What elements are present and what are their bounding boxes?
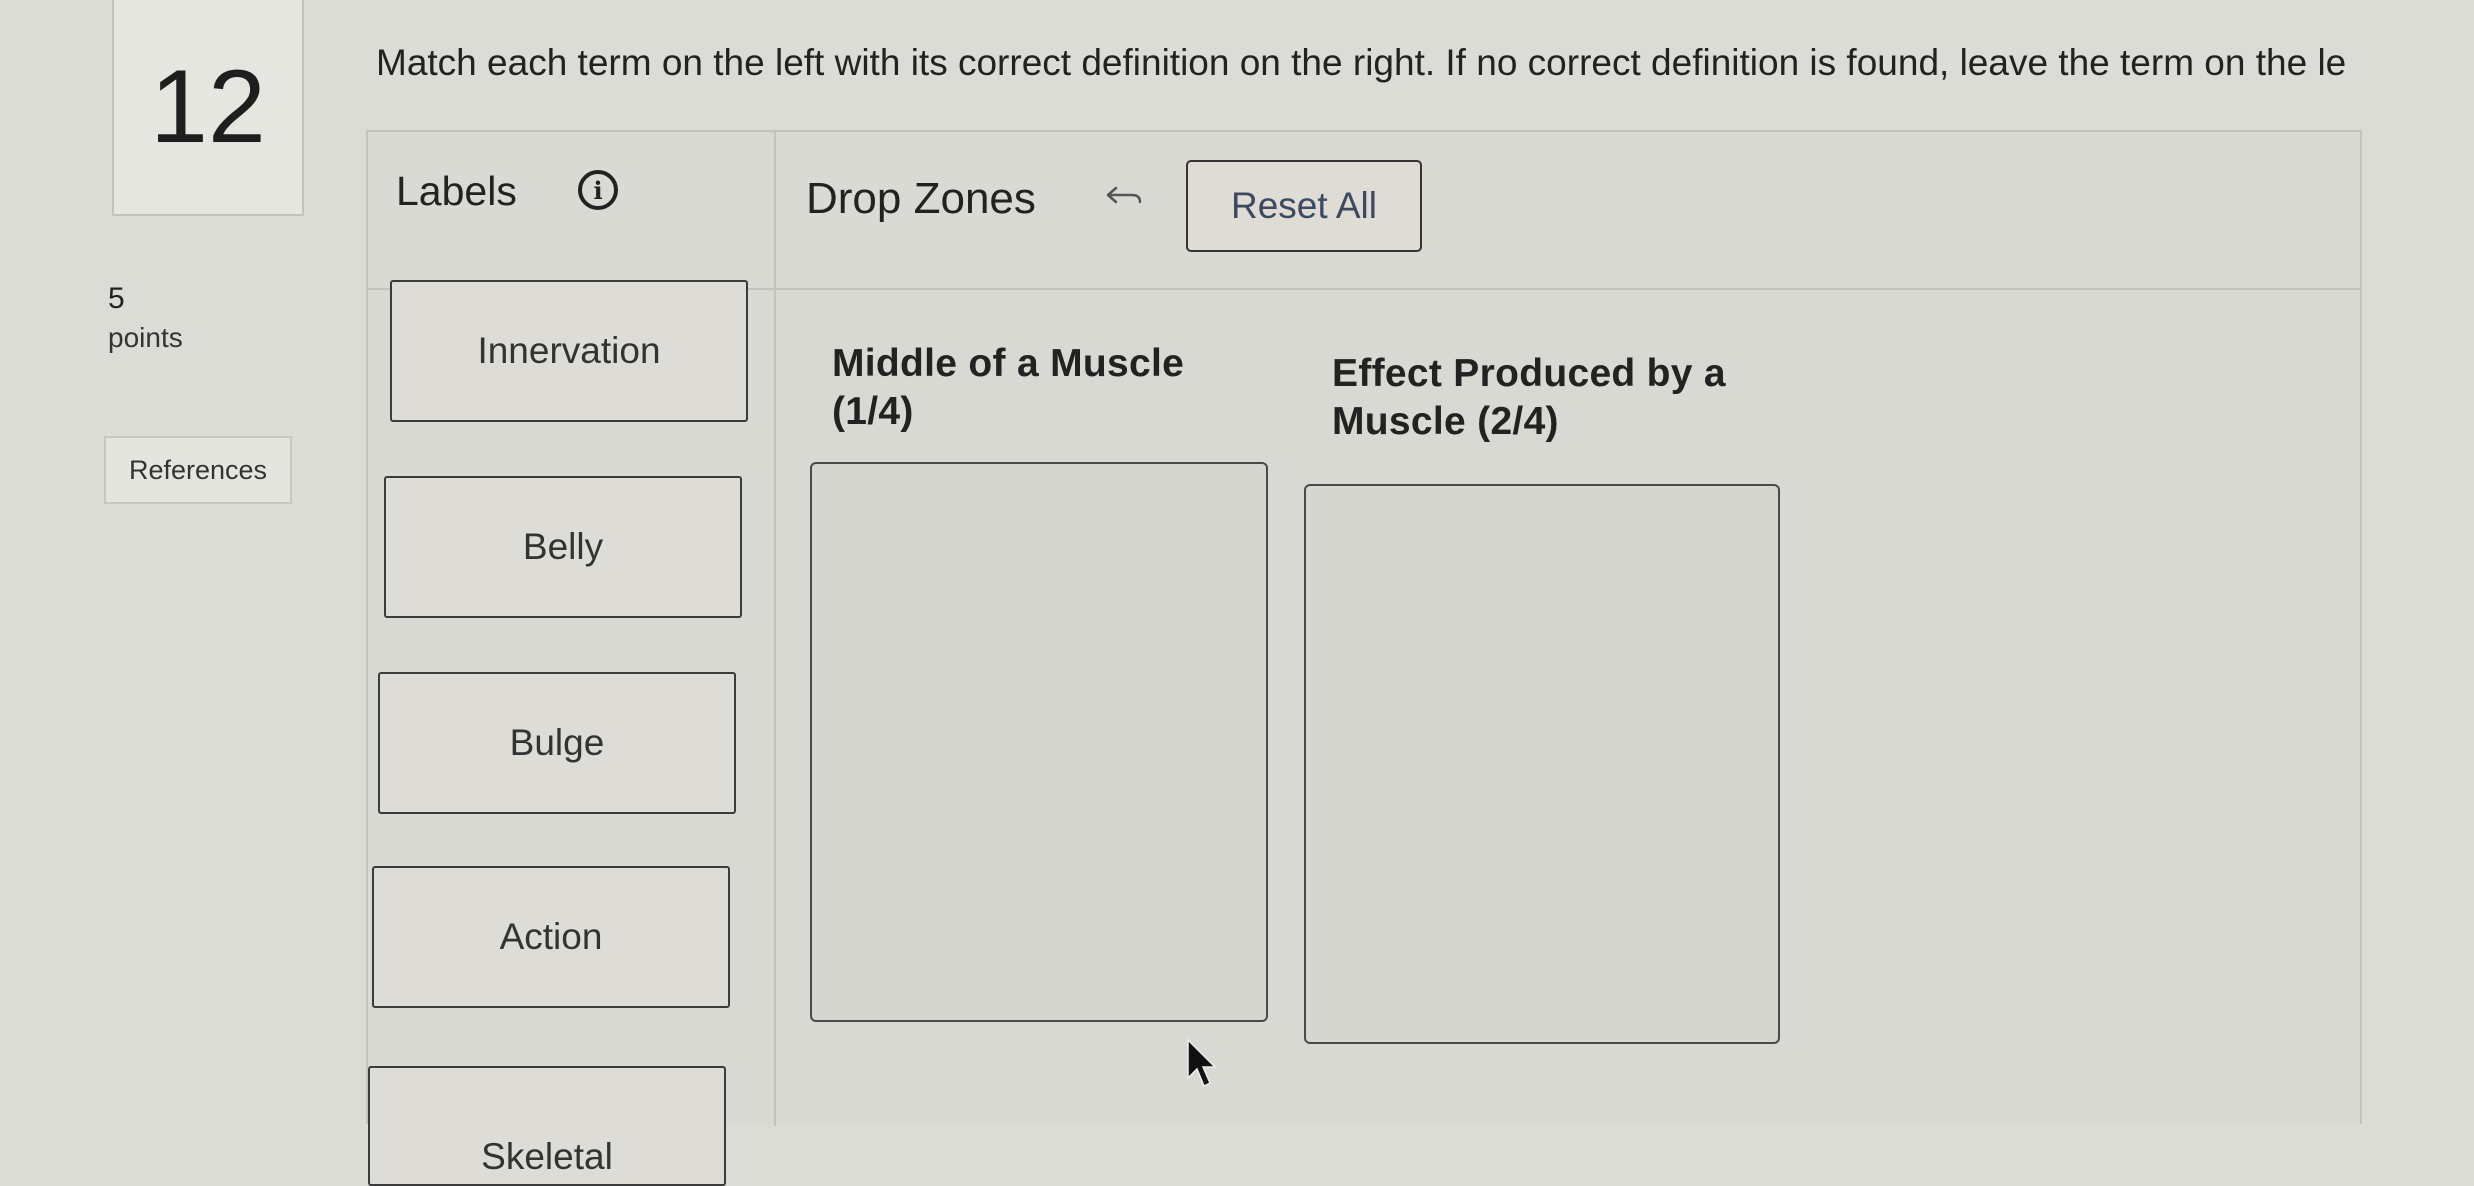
label-card-bulge[interactable]: Bulge [378, 672, 736, 814]
label-card-innervation[interactable]: Innervation [390, 280, 748, 422]
drop-zone-effect-produced[interactable] [1304, 484, 1780, 1044]
question-instructions: Match each term on the left with its cor… [376, 42, 2347, 83]
labels-title: Labels [396, 168, 517, 214]
drop-zone-middle-of-muscle[interactable] [810, 462, 1268, 1022]
undo-icon[interactable] [1102, 180, 1146, 210]
drop-zone-title-line: (1/4) [832, 390, 914, 433]
drop-zone-title-line: Middle of a Muscle [832, 342, 1185, 385]
drop-zone-title-line: Effect Produced by a [1332, 352, 1726, 395]
points-label: points [108, 322, 183, 353]
label-card-skeletal[interactable]: Skeletal [368, 1066, 726, 1186]
points-value: 5 [108, 282, 125, 315]
column-divider [774, 132, 776, 1126]
drop-zone-title-middle: Middle of a Muscle (1/4) [832, 340, 1184, 436]
question-number: 12 [112, 0, 304, 216]
drop-zone-title-line: Muscle (2/4) [1332, 400, 1559, 443]
info-icon[interactable]: i [578, 170, 618, 210]
label-card-action[interactable]: Action [372, 866, 730, 1008]
drop-zones-title: Drop Zones [806, 174, 1036, 223]
reset-all-button[interactable]: Reset All [1186, 160, 1422, 252]
mouse-pointer-icon [1187, 1038, 1217, 1088]
label-card-belly[interactable]: Belly [384, 476, 742, 618]
references-button[interactable]: References [104, 436, 292, 504]
matching-panel: Labels i Drop Zones Reset All Innervatio… [366, 130, 2362, 1186]
drop-zone-title-effect: Effect Produced by a Muscle (2/4) [1332, 350, 1726, 446]
